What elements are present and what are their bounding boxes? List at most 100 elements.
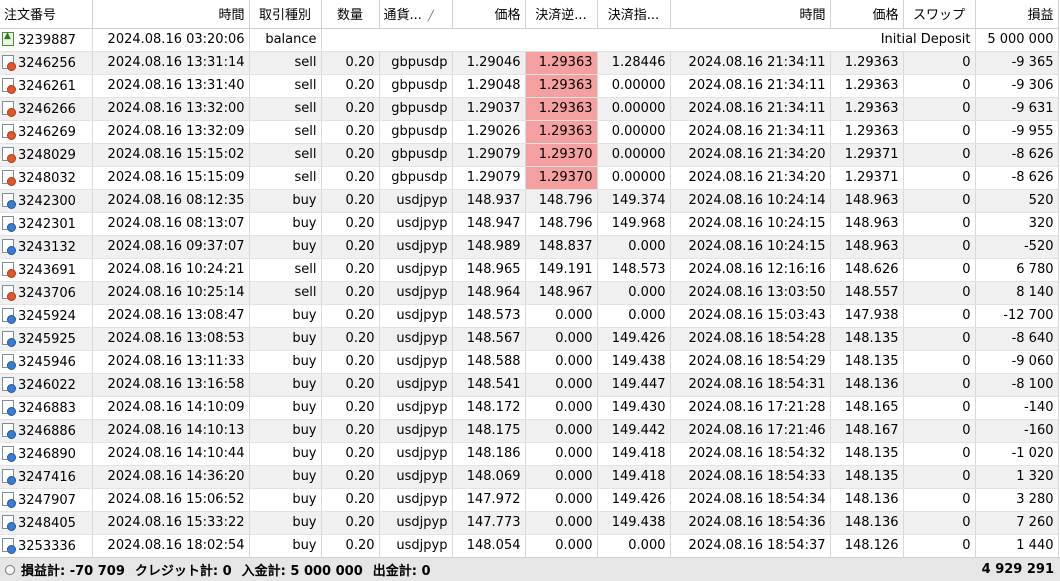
table-row[interactable]: 3246261 2024.08.16 13:31:40 sell 0.20 gbpusd… [0, 74, 1059, 98]
volume-cell: 0.20 [321, 373, 380, 397]
close-time-cell: 2024.08.16 21:34:20 [670, 166, 831, 190]
buy-order-icon [2, 422, 16, 439]
stop-loss-cell: 148.796 [525, 212, 598, 236]
table-row[interactable]: 3246886 2024.08.16 14:10:13 buy 0.20 usdjpyp… [0, 419, 1059, 443]
profit-cell: 7 260 [975, 511, 1059, 535]
table-row[interactable]: 3243706 2024.08.16 10:25:14 sell 0.20 usdjpy… [0, 281, 1059, 305]
take-profit-cell: 0.000 [597, 235, 671, 259]
table-row[interactable]: 3246269 2024.08.16 13:32:09 sell 0.20 gbpusd… [0, 120, 1059, 144]
order-cell: 3247416 [0, 465, 93, 489]
swap-cell: 0 [903, 442, 976, 466]
close-price-cell: 148.963 [830, 189, 904, 213]
table-row[interactable]: 3246890 2024.08.16 14:10:44 buy 0.20 usdjpyp… [0, 442, 1059, 466]
open-time-cell: 2024.08.16 13:16:58 [92, 373, 250, 397]
open-price-cell: 1.29037 [452, 97, 526, 121]
col-header-swap[interactable]: スワップ [903, 0, 976, 29]
table-row[interactable]: 3247907 2024.08.16 15:06:52 buy 0.20 usdjpyp… [0, 488, 1059, 512]
type-cell: buy [249, 534, 322, 558]
order-id: 3248029 [18, 147, 76, 163]
order-cell: 3248029 [0, 143, 93, 167]
table-row[interactable]: 3248029 2024.08.16 15:15:02 sell 0.20 gbpusd… [0, 143, 1059, 167]
table-row[interactable]: 3248405 2024.08.16 15:33:22 buy 0.20 usdjpyp… [0, 511, 1059, 535]
credit-total: クレジット計: 0 [134, 564, 232, 579]
symbol-cell: gbpusdp [379, 51, 453, 75]
order-cell: 3246261 [0, 74, 93, 98]
close-price-cell: 148.135 [830, 350, 904, 374]
order-cell: 3246266 [0, 97, 93, 121]
swap-cell: 0 [903, 488, 976, 512]
close-price-cell: 148.136 [830, 373, 904, 397]
table-row[interactable]: 3253336 2024.08.16 18:02:54 buy 0.20 usdjpyp… [0, 534, 1059, 558]
profit-cell: -140 [975, 396, 1059, 420]
table-row[interactable]: 3245924 2024.08.16 13:08:47 buy 0.20 usdjpyp… [0, 304, 1059, 328]
col-header-open-time[interactable]: 時間 [92, 0, 250, 29]
balance-row[interactable]: 3239887 2024.08.16 03:20:06 balance Init… [0, 28, 1059, 52]
profit-cell: 320 [975, 212, 1059, 236]
table-row[interactable]: 3243132 2024.08.16 09:37:07 buy 0.20 usdjpyp… [0, 235, 1059, 259]
col-header-symbol[interactable]: 通貨... ╱ [379, 0, 453, 29]
col-header-stop-loss[interactable]: 決済逆... [525, 0, 598, 29]
col-header-close-time[interactable]: 時間 [670, 0, 831, 29]
open-time-cell: 2024.08.16 13:32:00 [92, 97, 250, 121]
volume-cell: 0.20 [321, 74, 380, 98]
order-id: 3245924 [18, 308, 76, 324]
table-row[interactable]: 3248032 2024.08.16 15:15:09 sell 0.20 gbpusd… [0, 166, 1059, 190]
close-time-cell: 2024.08.16 18:54:34 [670, 488, 831, 512]
buy-order-icon [2, 491, 16, 508]
swap-cell: 0 [903, 465, 976, 489]
table-row[interactable]: 3245946 2024.08.16 13:11:33 buy 0.20 usdjpyp… [0, 350, 1059, 374]
close-time-cell: 2024.08.16 17:21:28 [670, 396, 831, 420]
order-cell: 3246883 [0, 396, 93, 420]
table-row[interactable]: 3242301 2024.08.16 08:13:07 buy 0.20 usdjpyp… [0, 212, 1059, 236]
take-profit-cell: 149.442 [597, 419, 671, 443]
symbol-cell: usdjpyp [379, 373, 453, 397]
col-header-open-price[interactable]: 価格 [452, 0, 526, 29]
col-header-close-price[interactable]: 価格 [830, 0, 904, 29]
order-id: 3245925 [18, 331, 76, 347]
order-id: 3242301 [18, 216, 76, 232]
volume-cell: 0.20 [321, 235, 380, 259]
open-price-cell: 1.29079 [452, 166, 526, 190]
buy-order-icon [2, 307, 16, 324]
order-cell: 3246269 [0, 120, 93, 144]
buy-order-icon [2, 514, 16, 531]
take-profit-cell: 0.000 [597, 281, 671, 305]
table-row[interactable]: 3243691 2024.08.16 10:24:21 sell 0.20 usdjpy… [0, 258, 1059, 282]
swap-cell: 0 [903, 327, 976, 351]
col-header-volume[interactable]: 数量 [321, 0, 380, 29]
table-row[interactable]: 3246883 2024.08.16 14:10:09 buy 0.20 usdjpyp… [0, 396, 1059, 420]
swap-cell: 0 [903, 235, 976, 259]
take-profit-cell: 149.968 [597, 212, 671, 236]
open-price-cell: 148.989 [452, 235, 526, 259]
col-header-take-profit[interactable]: 決済指... [597, 0, 671, 29]
profit-cell: -1 020 [975, 442, 1059, 466]
close-price-cell: 148.167 [830, 419, 904, 443]
volume-cell: 0.20 [321, 120, 380, 144]
close-price-cell: 148.136 [830, 511, 904, 535]
swap-cell: 0 [903, 258, 976, 282]
open-time-cell: 2024.08.16 10:24:21 [92, 258, 250, 282]
col-header-profit[interactable]: 損益 [975, 0, 1059, 29]
col-header-type[interactable]: 取引種別 [249, 0, 322, 29]
order-id: 3246269 [18, 124, 76, 140]
order-cell: 3243691 [0, 258, 93, 282]
symbol-cell: usdjpyp [379, 465, 453, 489]
take-profit-cell: 0.00000 [597, 97, 671, 121]
type-cell: buy [249, 419, 322, 443]
table-row[interactable]: 3246022 2024.08.16 13:16:58 buy 0.20 usdjpyp… [0, 373, 1059, 397]
take-profit-cell: 0.00000 [597, 166, 671, 190]
symbol-cell: usdjpyp [379, 534, 453, 558]
table-row[interactable]: 3247416 2024.08.16 14:36:20 buy 0.20 usdjpyp… [0, 465, 1059, 489]
stop-loss-cell: 1.29363 [525, 120, 598, 144]
swap-cell: 0 [903, 74, 976, 98]
table-row[interactable]: 3242300 2024.08.16 08:12:35 buy 0.20 usdjpyp… [0, 189, 1059, 213]
table-row[interactable]: 3246266 2024.08.16 13:32:00 sell 0.20 gbpusd… [0, 97, 1059, 121]
table-row[interactable]: 3246256 2024.08.16 13:31:14 sell 0.20 gbpusd… [0, 51, 1059, 75]
take-profit-cell: 0.000 [597, 534, 671, 558]
table-row[interactable]: 3245925 2024.08.16 13:08:53 buy 0.20 usdjpyp… [0, 327, 1059, 351]
col-header-order[interactable]: 注文番号 [0, 0, 93, 29]
close-time-cell: 2024.08.16 21:34:11 [670, 74, 831, 98]
close-time-cell: 2024.08.16 21:34:20 [670, 143, 831, 167]
swap-cell: 0 [903, 143, 976, 167]
type-cell: sell [249, 258, 322, 282]
